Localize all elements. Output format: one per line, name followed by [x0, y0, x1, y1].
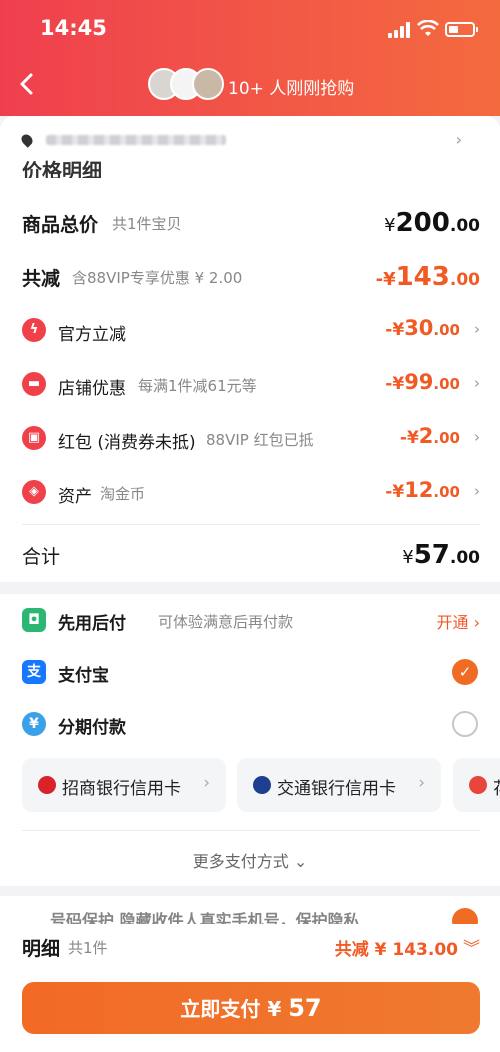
row-label: 红包 (消费券未抵) — [58, 433, 196, 453]
bottom-bar: 号码保护 隐藏收件人真实手机号，保护隐私 明细 共1件 共减 ¥ 143.00 … — [0, 896, 500, 1052]
bank-label: 交通银行信用卡 — [277, 779, 396, 799]
pay-button-amount: 57 — [288, 994, 322, 1022]
bank-card-huabei[interactable]: 花 — [453, 758, 500, 812]
row-label: 资产 — [58, 487, 92, 507]
alipay-row[interactable]: 支 支付宝 ✓ — [22, 658, 480, 690]
chevron-right-icon: › — [418, 773, 425, 793]
detail-row[interactable]: 明细 共1件 共减 ¥ 143.00 ︾ — [22, 934, 480, 964]
bank-label: 招商银行信用卡 — [62, 779, 181, 799]
top-header: 14:45 10+ 人刚刚抢购 — [0, 0, 500, 116]
cmb-bank-icon — [38, 776, 56, 794]
section-title: 价格明细 — [22, 159, 102, 178]
location-pin-icon — [19, 132, 35, 148]
number-protect-text: 号码保护 隐藏收件人真实手机号，保护隐私 — [50, 911, 360, 924]
row-amount: ¥57.00 — [402, 540, 480, 570]
pay-button-label: 立即支付 ¥ — [180, 997, 282, 1021]
row-label: 店铺优惠 — [58, 379, 126, 399]
row-sum: 合计 ¥57.00 — [22, 540, 480, 570]
row-amount: -¥30.00 — [385, 316, 460, 340]
row-amount: -¥12.00 — [385, 478, 460, 502]
chevron-right-icon: › — [474, 428, 480, 446]
row-reduce: 共减 含88VIP专享优惠 ¥ 2.00 -¥143.00 — [22, 262, 480, 292]
row-amount: -¥99.00 — [385, 370, 460, 394]
chevron-right-icon: › — [203, 773, 210, 793]
lightning-icon: ϟ — [22, 318, 46, 342]
detail-label: 明细 — [22, 938, 61, 960]
row-sub: 88VIP 红包已抵 — [206, 431, 314, 449]
row-label: 商品总价 — [22, 214, 99, 236]
row-label: 共减 — [22, 268, 61, 290]
pay-later-sub: 可体验满意后再付款 — [158, 613, 294, 631]
huabei-icon — [469, 776, 487, 794]
pay-now-button[interactable]: 立即支付 ¥ 57 — [22, 982, 480, 1034]
installment-row[interactable]: ¥ 分期付款 — [22, 710, 480, 742]
open-link[interactable]: 开通 › — [437, 609, 481, 633]
shop-icon: ▬ — [22, 372, 46, 396]
avatar — [192, 68, 224, 100]
radio-button[interactable] — [452, 711, 478, 737]
pay-later-row[interactable]: ◘ 先用后付 可体验满意后再付款 开通 › — [22, 606, 480, 638]
buyer-avatars — [148, 68, 224, 102]
row-amount: -¥2.00 — [399, 424, 460, 448]
row-redpacket[interactable]: ▣ 红包 (消费券未抵) 88VIP 红包已抵 -¥2.00 › — [22, 424, 480, 454]
bank-card-cmb[interactable]: 招商银行信用卡 › — [22, 758, 226, 812]
pay-later-label: 先用后付 — [58, 614, 126, 634]
alipay-label: 支付宝 — [58, 666, 109, 686]
back-arrow-icon[interactable] — [14, 70, 42, 98]
installment-label: 分期付款 — [58, 718, 126, 738]
wifi-icon — [417, 20, 439, 36]
status-bar: 14:45 — [0, 14, 500, 44]
bocom-bank-icon — [253, 776, 271, 794]
status-time: 14:45 — [40, 16, 107, 40]
detail-reduce: 共减 ¥ 143.00 — [334, 940, 458, 960]
chevron-right-icon: › — [474, 374, 480, 392]
row-total: 商品总价 共1件宝贝 ¥200.00 — [22, 208, 480, 238]
number-protect-row: 号码保护 隐藏收件人真实手机号，保护隐私 — [22, 904, 480, 924]
blurred-address — [46, 135, 226, 145]
toggle-icon[interactable] — [452, 908, 478, 924]
row-sub: 淘金币 — [100, 485, 146, 503]
row-label: 合计 — [22, 546, 61, 568]
red-packet-icon: ▣ — [22, 426, 46, 450]
row-sub: 共1件宝贝 — [112, 215, 182, 233]
recent-buyers-text: 10+ 人刚刚抢购 — [228, 79, 355, 99]
double-chevron-down-icon: ︾ — [463, 939, 480, 959]
divider — [22, 524, 480, 525]
row-official[interactable]: ϟ 官方立减 -¥30.00 › — [22, 316, 480, 346]
row-label: 官方立减 — [58, 325, 126, 345]
yen-icon: ¥ — [22, 712, 46, 736]
payment-card: ◘ 先用后付 可体验满意后再付款 开通 › 支 支付宝 ✓ ¥ 分期付款 招商银… — [0, 594, 500, 886]
row-sub: 含88VIP专享优惠 ¥ 2.00 — [72, 269, 243, 287]
chevron-right-icon: › — [455, 130, 462, 149]
price-detail-card: › 价格明细 商品总价 共1件宝贝 ¥200.00 共减 含88VIP专享优惠 … — [0, 116, 500, 582]
row-shop[interactable]: ▬ 店铺优惠 每满1件减61元等 -¥99.00 › — [22, 370, 480, 400]
row-amount: ¥200.00 — [384, 208, 480, 238]
row-assets[interactable]: ◈ 资产 淘金币 -¥12.00 › — [22, 478, 480, 508]
bank-card-bocom[interactable]: 交通银行信用卡 › — [237, 758, 441, 812]
signal-icon — [388, 22, 412, 38]
bag-icon: ◘ — [22, 608, 46, 632]
bank-label: 花 — [493, 774, 500, 799]
chevron-right-icon: › — [474, 482, 480, 500]
row-amount: -¥143.00 — [375, 262, 480, 292]
detail-count: 共1件 — [68, 939, 108, 957]
divider — [22, 830, 480, 831]
chevron-right-icon: › — [474, 320, 480, 338]
alipay-icon: 支 — [22, 660, 46, 684]
more-payment-methods[interactable]: 更多支付方式 ⌄ — [0, 848, 500, 872]
tag-icon: ◈ — [22, 480, 46, 504]
row-sub: 每满1件减61元等 — [138, 377, 257, 395]
checked-radio-icon[interactable]: ✓ — [452, 659, 478, 685]
battery-icon — [445, 22, 478, 37]
address-bar[interactable]: › — [19, 130, 462, 150]
